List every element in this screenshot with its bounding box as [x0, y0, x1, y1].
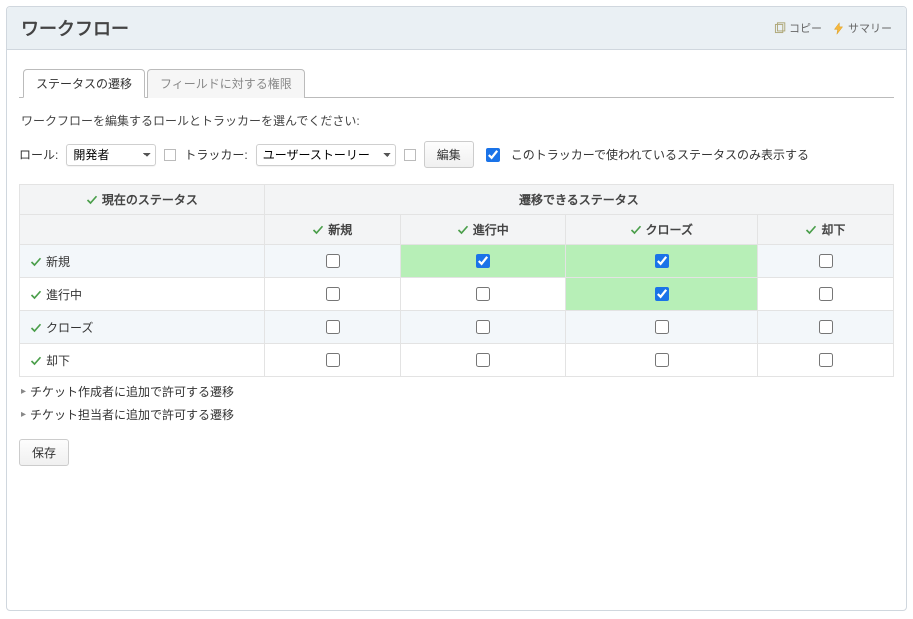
summary-link[interactable]: サマリー [832, 20, 892, 36]
tracker-multi-toggle[interactable] [404, 149, 416, 161]
transition-cell [565, 278, 757, 311]
check-icon [30, 321, 46, 335]
transition-cell [757, 245, 893, 278]
transition-grid: 現在のステータス 遷移できるステータス 新規 進行中 クローズ 却下 新規進行中… [19, 184, 894, 377]
tab-field-permissions[interactable]: フィールドに対する権限 [147, 69, 305, 98]
col-header[interactable]: 進行中 [400, 215, 565, 245]
row-header[interactable]: クローズ [20, 311, 265, 344]
panel-body: ステータスの遷移 フィールドに対する権限 ワークフローを編集するロールとトラッカ… [7, 50, 906, 482]
row-header[interactable]: 新規 [20, 245, 265, 278]
check-icon [630, 223, 646, 237]
transition-checkbox[interactable] [655, 287, 669, 301]
transition-checkbox[interactable] [655, 353, 669, 367]
only-used-checkbox[interactable] [486, 148, 500, 162]
transition-cell [400, 311, 565, 344]
transition-checkbox[interactable] [476, 320, 490, 334]
tracker-label: トラッカー: [184, 146, 247, 163]
check-icon [30, 255, 46, 269]
transition-cell [757, 344, 893, 377]
transition-checkbox[interactable] [326, 254, 340, 268]
header-actions: コピー サマリー [773, 20, 892, 36]
tab-status-transitions[interactable]: ステータスの遷移 [23, 69, 145, 98]
transition-checkbox[interactable] [326, 287, 340, 301]
row-header[interactable]: 進行中 [20, 278, 265, 311]
copy-label: コピー [789, 20, 822, 36]
transition-checkbox[interactable] [326, 320, 340, 334]
workflow-panel: ワークフロー コピー サマリー ステータスの遷移 フィールドに対する権限 ワーク… [6, 6, 907, 611]
transition-cell [400, 245, 565, 278]
transition-checkbox[interactable] [476, 287, 490, 301]
transition-checkbox[interactable] [476, 254, 490, 268]
transition-checkbox[interactable] [326, 353, 340, 367]
transition-cell [400, 278, 565, 311]
role-select[interactable]: 開発者 [66, 144, 156, 166]
collapsible-assignee-transitions[interactable]: ▸ チケット担当者に追加で許可する遷移 [19, 406, 894, 423]
col-header[interactable]: 却下 [757, 215, 893, 245]
role-multi-toggle[interactable] [164, 149, 176, 161]
page-title: ワークフロー [21, 15, 129, 41]
table-row: クローズ [20, 311, 894, 344]
instruction-text: ワークフローを編集するロールとトラッカーを選んでください: [21, 112, 892, 129]
check-icon [457, 223, 473, 237]
transition-checkbox[interactable] [819, 320, 833, 334]
table-row: 却下 [20, 344, 894, 377]
col-header[interactable]: クローズ [565, 215, 757, 245]
transition-cell [565, 344, 757, 377]
role-label: ロール: [19, 146, 58, 163]
copy-link[interactable]: コピー [773, 20, 822, 36]
check-icon [30, 354, 46, 368]
transition-cell [757, 278, 893, 311]
transition-checkbox[interactable] [819, 254, 833, 268]
transition-cell [264, 344, 400, 377]
col-header[interactable]: 新規 [264, 215, 400, 245]
table-row: 進行中 [20, 278, 894, 311]
transition-checkbox[interactable] [819, 287, 833, 301]
check-icon [805, 223, 821, 237]
chevron-right-icon: ▸ [21, 409, 26, 420]
transition-cell [565, 311, 757, 344]
collapsible-author-transitions[interactable]: ▸ チケット作成者に追加で許可する遷移 [19, 383, 894, 400]
grid-header-allowed: 遷移できるステータス [264, 185, 893, 215]
check-icon [86, 193, 102, 207]
transition-checkbox[interactable] [655, 320, 669, 334]
lightning-icon [832, 22, 845, 35]
transition-cell [264, 278, 400, 311]
transition-cell [757, 311, 893, 344]
transition-cell [565, 245, 757, 278]
transition-cell [400, 344, 565, 377]
transition-cell [264, 245, 400, 278]
transition-checkbox[interactable] [476, 353, 490, 367]
summary-label: サマリー [848, 20, 892, 36]
check-icon [30, 288, 46, 302]
row-header[interactable]: 却下 [20, 344, 265, 377]
tabs: ステータスの遷移 フィールドに対する権限 [19, 68, 894, 98]
filter-bar: ロール: 開発者 トラッカー: ユーザーストーリー 編集 このトラッカーで使われ… [19, 141, 894, 168]
transition-checkbox[interactable] [819, 353, 833, 367]
only-used-label: このトラッカーで使われているステータスのみ表示する [511, 146, 809, 163]
grid-column-headers: 新規 進行中 クローズ 却下 [20, 215, 894, 245]
table-row: 新規 [20, 245, 894, 278]
save-button[interactable]: 保存 [19, 439, 69, 466]
transition-cell [264, 311, 400, 344]
copy-icon [773, 22, 786, 35]
tracker-select[interactable]: ユーザーストーリー [256, 144, 396, 166]
check-icon [312, 223, 328, 237]
panel-header: ワークフロー コピー サマリー [7, 7, 906, 50]
chevron-right-icon: ▸ [21, 386, 26, 397]
grid-header-current: 現在のステータス [20, 185, 265, 215]
transition-checkbox[interactable] [655, 254, 669, 268]
edit-button[interactable]: 編集 [424, 141, 474, 168]
